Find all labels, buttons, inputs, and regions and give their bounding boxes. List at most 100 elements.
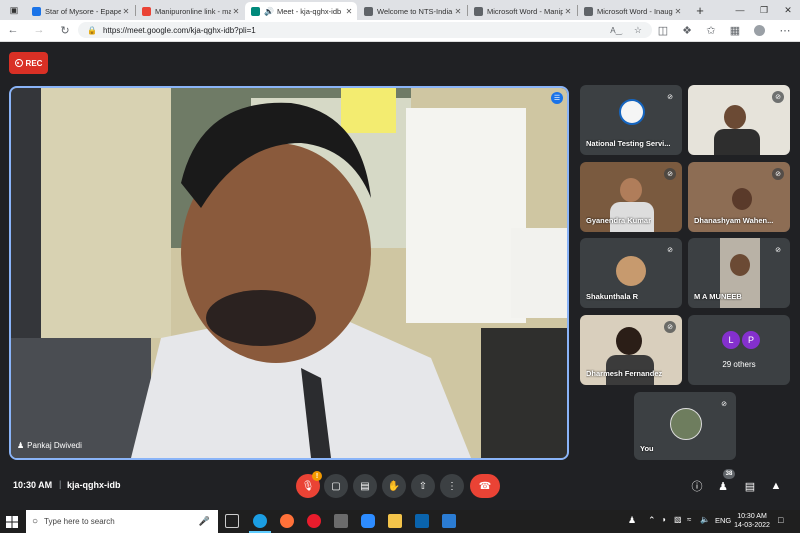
url-text: https://meet.google.com/kja-qghx-idb?pli… [102, 25, 256, 35]
tab-close-icon[interactable]: ✕ [344, 7, 354, 16]
microphone-icon[interactable]: 🎤 [199, 516, 210, 527]
participant-tile[interactable]: ⊘ Shakunthala R [580, 238, 682, 308]
present-button[interactable]: ⇧ [411, 474, 435, 498]
present-screen-icon: ⇧ [418, 480, 428, 492]
nts-logo-icon [619, 99, 645, 125]
mic-muted-icon: ⊘ [664, 168, 676, 180]
meeting-time: 10:30 AM [13, 480, 53, 490]
address-bar[interactable]: 🔒 https://meet.google.com/kja-qghx-idb?p… [78, 22, 652, 38]
tab-close-icon[interactable]: ✕ [231, 7, 241, 16]
speaker-audio-icon[interactable]: 🔊 [264, 7, 274, 16]
tab-close-icon[interactable]: ✕ [563, 7, 573, 16]
taskbar-search-box[interactable]: ○ Type here to search 🎤 [26, 510, 218, 533]
tab-nts-india[interactable]: Welcome to NTS-India W ✕ [358, 2, 466, 20]
mic-muted-icon: ⊘ [718, 398, 730, 410]
people-tray-icon[interactable]: ♟ [628, 515, 636, 526]
battery-icon[interactable]: ▧ [674, 515, 682, 524]
participant-video-face [730, 254, 750, 276]
participant-tile[interactable]: ⊘ [688, 85, 790, 155]
opera-icon[interactable] [307, 514, 321, 528]
participant-tile[interactable]: ⊘ M A MUNEEB [688, 238, 790, 308]
extensions-icon[interactable]: ❖ [680, 23, 694, 37]
minimize-icon[interactable]: — [728, 0, 752, 20]
zoom-icon[interactable] [361, 514, 375, 528]
mic-muted-icon: ⊘ [772, 91, 784, 103]
participant-tile[interactable]: ⊘ Dhanashyam Wahen... [688, 162, 790, 232]
windows-taskbar: ○ Type here to search 🎤 ♟ ⌃ ◑ ▧ ≈ 🔈 ENG … [0, 510, 800, 533]
tab-word-manip[interactable]: Microsoft Word - Manip ✕ [468, 2, 576, 20]
tab-title: Welcome to NTS-India W [377, 6, 453, 16]
reload-icon[interactable]: ↻ [58, 23, 72, 37]
close-window-icon[interactable]: ✕ [776, 0, 800, 20]
mail-icon[interactable] [415, 514, 429, 528]
captions-button[interactable]: ▤ [353, 474, 377, 498]
profile-avatar-icon[interactable] [752, 23, 766, 37]
more-options-button[interactable]: ⋮ [440, 474, 464, 498]
tab-star-of-mysore[interactable]: Star of Mysore - Epaper ✕ [26, 2, 134, 20]
network-icon[interactable]: ◑ [661, 515, 666, 524]
self-tile[interactable]: ⊘ You [634, 392, 736, 460]
participant-tile[interactable]: ⊘ National Testing Servi... [580, 85, 682, 155]
mic-muted-icon: ⊘ [664, 321, 676, 333]
mic-muted-icon: ⊘ [664, 91, 676, 103]
main-speaker-video[interactable]: ☰ ♟ Pankaj Dwivedi [9, 86, 569, 460]
input-language[interactable]: ENG [715, 516, 731, 525]
tab-word-inaugu[interactable]: Microsoft Word - Inaugu ✕ [578, 2, 686, 20]
file-explorer-icon[interactable] [388, 514, 402, 528]
task-view-icon[interactable] [225, 514, 239, 528]
back-icon[interactable]: ← [6, 23, 20, 37]
end-call-button[interactable]: ☎ [470, 474, 500, 498]
new-tab-button[interactable]: + [688, 0, 712, 20]
tab-close-icon[interactable]: ✕ [121, 7, 131, 16]
show-hidden-icons[interactable]: ⌃ [648, 515, 656, 526]
edge-browser-icon[interactable] [253, 514, 267, 528]
tab-favicon-icon [32, 6, 41, 16]
tab-close-icon[interactable]: ✕ [673, 7, 683, 16]
firefox-icon[interactable] [280, 514, 294, 528]
mic-warning-badge: ! [312, 471, 322, 481]
mic-muted-icon: ⊘ [664, 244, 676, 256]
raise-hand-button[interactable]: ✋ [382, 474, 406, 498]
forward-icon[interactable]: → [32, 23, 46, 37]
camera-toggle-button[interactable]: ▢ [324, 474, 348, 498]
favorites-icon[interactable]: ✩ [704, 23, 718, 37]
mic-muted-icon: ⊘ [772, 168, 784, 180]
tab-title: Star of Mysore - Epaper [45, 6, 121, 16]
chat-icon: ▤ [744, 480, 756, 493]
split-screen-icon[interactable]: ◫ [656, 23, 670, 37]
notification-icon[interactable]: □ [778, 515, 783, 525]
recording-badge: REC [9, 52, 48, 74]
people-button[interactable]: ♟ [715, 478, 731, 494]
tab-meet[interactable]: 🔊 Meet - kja-qghx-idb ✕ [245, 2, 357, 20]
windows-start-icon[interactable] [6, 515, 18, 528]
chat-button[interactable]: ▤ [742, 478, 758, 494]
meeting-details-button[interactable]: ⓘ [689, 478, 705, 494]
others-tile[interactable]: L P 29 others [688, 315, 790, 385]
collections-icon[interactable]: ▦ [728, 23, 742, 37]
hang-up-icon: ☎ [478, 480, 492, 492]
system-clock[interactable]: 10:30 AM 14-03-2022 [733, 512, 771, 530]
photos-icon[interactable] [442, 514, 456, 528]
hand-icon: ✋ [387, 480, 401, 492]
tab-favicon-icon [364, 6, 373, 16]
more-menu-icon[interactable]: ⋯ [778, 23, 792, 37]
people-count-badge: 38 [723, 469, 735, 479]
tab-close-icon[interactable]: ✕ [453, 7, 463, 16]
restore-icon[interactable]: ❐ [752, 0, 776, 20]
tab-title: Meet - kja-qghx-idb [276, 6, 342, 16]
volume-icon[interactable]: 🔈 [700, 515, 710, 524]
read-aloud-icon[interactable]: A‿ [610, 26, 622, 35]
favorite-star-icon[interactable]: ☆ [634, 25, 642, 36]
wifi-icon[interactable]: ≈ [687, 515, 691, 524]
participant-name: Shakunthala R [586, 292, 639, 301]
tab-actions-icon[interactable]: ▣ [2, 0, 26, 20]
store-icon[interactable] [334, 514, 348, 528]
participant-tile[interactable]: ⊘ Gyanendra Kumar [580, 162, 682, 232]
participant-name: Dhanashyam Wahen... [694, 216, 774, 225]
tab-manipuronline[interactable]: Manipuronline link - mail ✕ [136, 2, 244, 20]
captions-icon: ▤ [360, 480, 370, 492]
participant-tile[interactable]: ⊘ Dharmesh Fernandez [580, 315, 682, 385]
activities-shapes-icon: ▲ [770, 480, 782, 492]
activities-button[interactable]: ▲ [768, 478, 784, 494]
self-avatar [670, 408, 702, 440]
